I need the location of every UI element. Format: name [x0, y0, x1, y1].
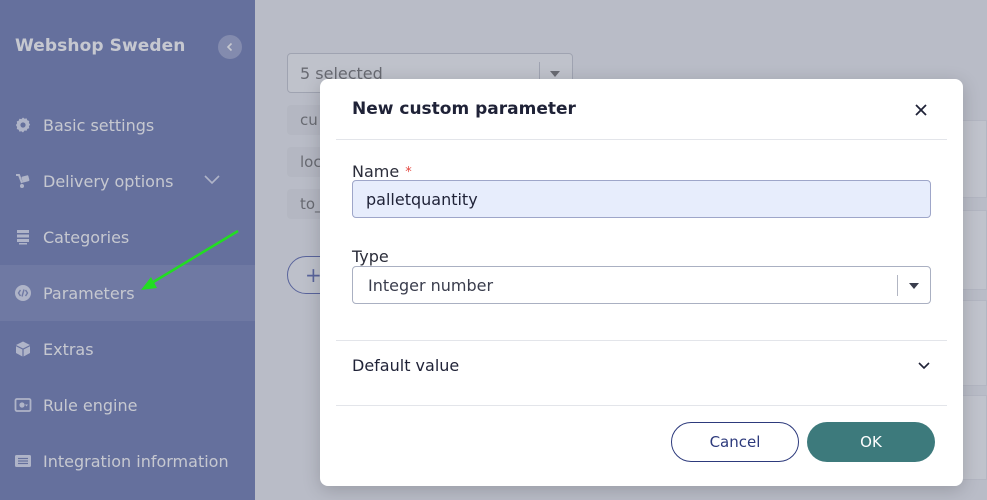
- dialog-title: New custom parameter: [352, 99, 576, 119]
- type-select[interactable]: Integer number: [352, 266, 931, 304]
- divider: [336, 340, 947, 341]
- name-label: Name *: [352, 162, 412, 181]
- required-indicator: *: [405, 165, 412, 180]
- ok-button[interactable]: OK: [807, 422, 935, 462]
- caret-down-icon: [909, 283, 919, 289]
- close-icon: [915, 104, 927, 116]
- type-select-value: Integer number: [368, 276, 494, 295]
- new-custom-parameter-dialog: New custom parameter Name * Type Integer …: [320, 79, 963, 486]
- name-label-text: Name: [352, 162, 400, 181]
- type-label: Type: [352, 247, 389, 266]
- name-input[interactable]: [352, 180, 931, 218]
- chevron-down-icon: [918, 362, 930, 370]
- divider: [336, 139, 947, 140]
- cancel-button[interactable]: Cancel: [671, 422, 799, 462]
- default-value-label: Default value: [352, 356, 460, 375]
- default-value-expander[interactable]: Default value: [352, 355, 932, 379]
- close-button[interactable]: [910, 99, 932, 121]
- divider: [336, 405, 947, 406]
